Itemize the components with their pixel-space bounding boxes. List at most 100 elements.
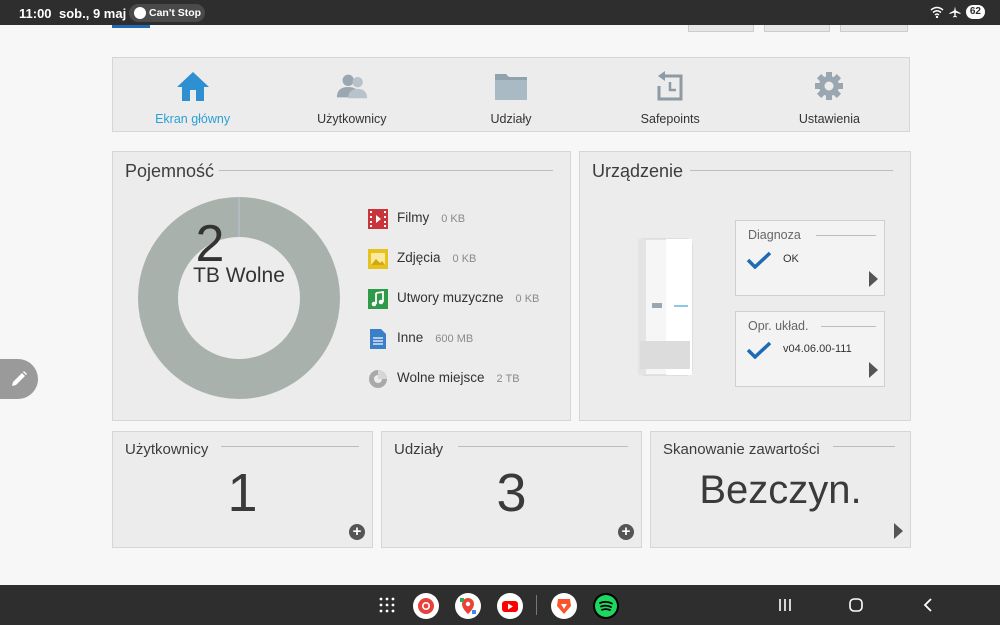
divider <box>821 326 876 327</box>
device-title: Urządzenie <box>592 161 684 181</box>
device-image <box>637 237 694 382</box>
users-count: 1 <box>227 463 258 523</box>
legend-value: 0 KB <box>452 253 477 265</box>
firmware-title: Opr. układ. <box>748 319 809 333</box>
document-icon <box>367 328 389 350</box>
scan-card[interactable]: Skanowanie zawartości Bezczyn. <box>650 431 911 548</box>
shares-count: 3 <box>496 463 527 523</box>
pie-icon <box>367 368 389 390</box>
divider <box>458 446 628 447</box>
divider <box>833 446 895 447</box>
header-button-3[interactable] <box>840 25 908 32</box>
maps-app-icon[interactable] <box>455 593 481 619</box>
back-button[interactable] <box>922 597 934 618</box>
pencil-icon <box>12 371 27 386</box>
capacity-title: Pojemność <box>125 161 215 181</box>
check-icon <box>746 341 772 359</box>
users-icon <box>335 69 369 103</box>
legend-value: 0 KB <box>441 213 466 225</box>
divider <box>219 170 553 171</box>
divider <box>221 446 359 447</box>
film-icon <box>367 208 389 230</box>
status-icons: 62 <box>930 5 985 19</box>
add-share-icon[interactable]: + <box>618 524 634 540</box>
media-chip[interactable]: Can't Stop <box>129 4 205 22</box>
shares-card[interactable]: Udziały 3 + <box>381 431 642 548</box>
safepoint-icon <box>653 69 687 103</box>
legend-name: Filmy <box>397 210 430 225</box>
youtube-app-icon[interactable] <box>497 593 523 619</box>
airplane-icon <box>949 6 961 18</box>
battery-indicator: 62 <box>965 5 985 19</box>
divider <box>816 235 876 236</box>
dock-divider <box>536 595 537 615</box>
email-app-icon[interactable] <box>413 593 439 619</box>
home-icon <box>176 69 210 103</box>
nav-safepoints[interactable]: Safepoints <box>591 58 750 131</box>
chevron-right-icon[interactable] <box>869 362 878 378</box>
spotify-icon <box>134 7 146 19</box>
chevron-right-icon[interactable] <box>894 523 903 539</box>
capacity-legend: Filmy 0 KB Zdjęcia 0 KB Utwory muzyczne … <box>367 208 539 408</box>
nav-users[interactable]: Użytkownicy <box>272 58 431 131</box>
back-icon <box>923 598 932 612</box>
legend-item: Wolne miejsce 2 TB <box>367 368 539 408</box>
status-bar: 11:00 sob., 9 maj Can't Stop 62 <box>0 0 1000 25</box>
recents-button[interactable] <box>778 598 792 617</box>
brave-app-icon[interactable] <box>551 593 577 619</box>
chevron-right-icon[interactable] <box>869 271 878 287</box>
legend-item: Inne 600 MB <box>367 328 539 368</box>
users-card-title: Użytkownicy <box>125 441 209 458</box>
diagnosis-value: OK <box>783 253 799 265</box>
divider <box>690 170 893 171</box>
legend-value: 0 KB <box>515 293 540 305</box>
status-time: 11:00 <box>19 6 52 21</box>
recents-icon <box>779 599 791 611</box>
edit-floating-button[interactable] <box>0 359 38 399</box>
media-chip-label: Can't Stop <box>149 7 202 19</box>
legend-name: Zdjęcia <box>397 250 441 265</box>
legend-item: Zdjęcia 0 KB <box>367 248 539 288</box>
device-panel: Urządzenie Diagnoza OK Opr. układ. v04.0… <box>579 151 911 421</box>
nav-home[interactable]: Ekran główny <box>113 58 272 131</box>
diagnosis-card[interactable]: Diagnoza OK <box>735 220 885 296</box>
nav-safepoints-label: Safepoints <box>640 112 700 126</box>
folder-icon <box>494 69 528 103</box>
shares-card-title: Udziały <box>394 441 444 458</box>
wifi-icon <box>930 6 944 18</box>
legend-value: 600 MB <box>435 333 474 345</box>
header-button-2[interactable] <box>764 25 830 32</box>
scan-status: Bezczyn. <box>699 468 862 512</box>
photo-icon <box>367 248 389 270</box>
status-date: sob., 9 maj <box>59 6 127 21</box>
android-nav-bar <box>0 585 1000 625</box>
scan-card-title: Skanowanie zawartości <box>663 441 820 458</box>
add-user-icon[interactable]: + <box>349 524 365 540</box>
nav-home-label: Ekran główny <box>155 112 231 126</box>
app-logo <box>112 25 150 28</box>
home-button[interactable] <box>848 597 864 618</box>
diagnosis-title: Diagnoza <box>748 228 801 242</box>
legend-value: 2 TB <box>496 373 520 385</box>
home-circle-icon <box>849 598 863 612</box>
app-drawer-icon[interactable] <box>379 597 395 618</box>
nav-shares[interactable]: Udziały <box>431 58 590 131</box>
legend-item: Filmy 0 KB <box>367 208 539 248</box>
users-card[interactable]: Użytkownicy 1 + <box>112 431 373 548</box>
gear-icon <box>812 69 846 103</box>
legend-name: Inne <box>397 330 424 345</box>
nav-shares-label: Udziały <box>490 112 532 126</box>
firmware-value: v04.06.00-111 <box>783 343 852 355</box>
nav-settings[interactable]: Ustawienia <box>750 58 909 131</box>
header-button-1[interactable] <box>688 25 754 32</box>
free-space-label: TB Wolne <box>193 264 285 287</box>
legend-name: Utwory muzyczne <box>397 290 504 305</box>
firmware-card[interactable]: Opr. układ. v04.06.00-111 <box>735 311 885 387</box>
spotify-app-icon[interactable] <box>593 593 619 619</box>
nav-users-label: Użytkownicy <box>317 112 387 126</box>
check-icon <box>746 251 772 269</box>
legend-name: Wolne miejsce <box>397 370 485 385</box>
capacity-panel: Pojemność 2 TB Wolne Filmy 0 KB Zdjęcia … <box>112 151 571 421</box>
main-nav: Ekran główny Użytkownicy Udziały Safepoi… <box>112 57 910 132</box>
music-icon <box>367 288 389 310</box>
